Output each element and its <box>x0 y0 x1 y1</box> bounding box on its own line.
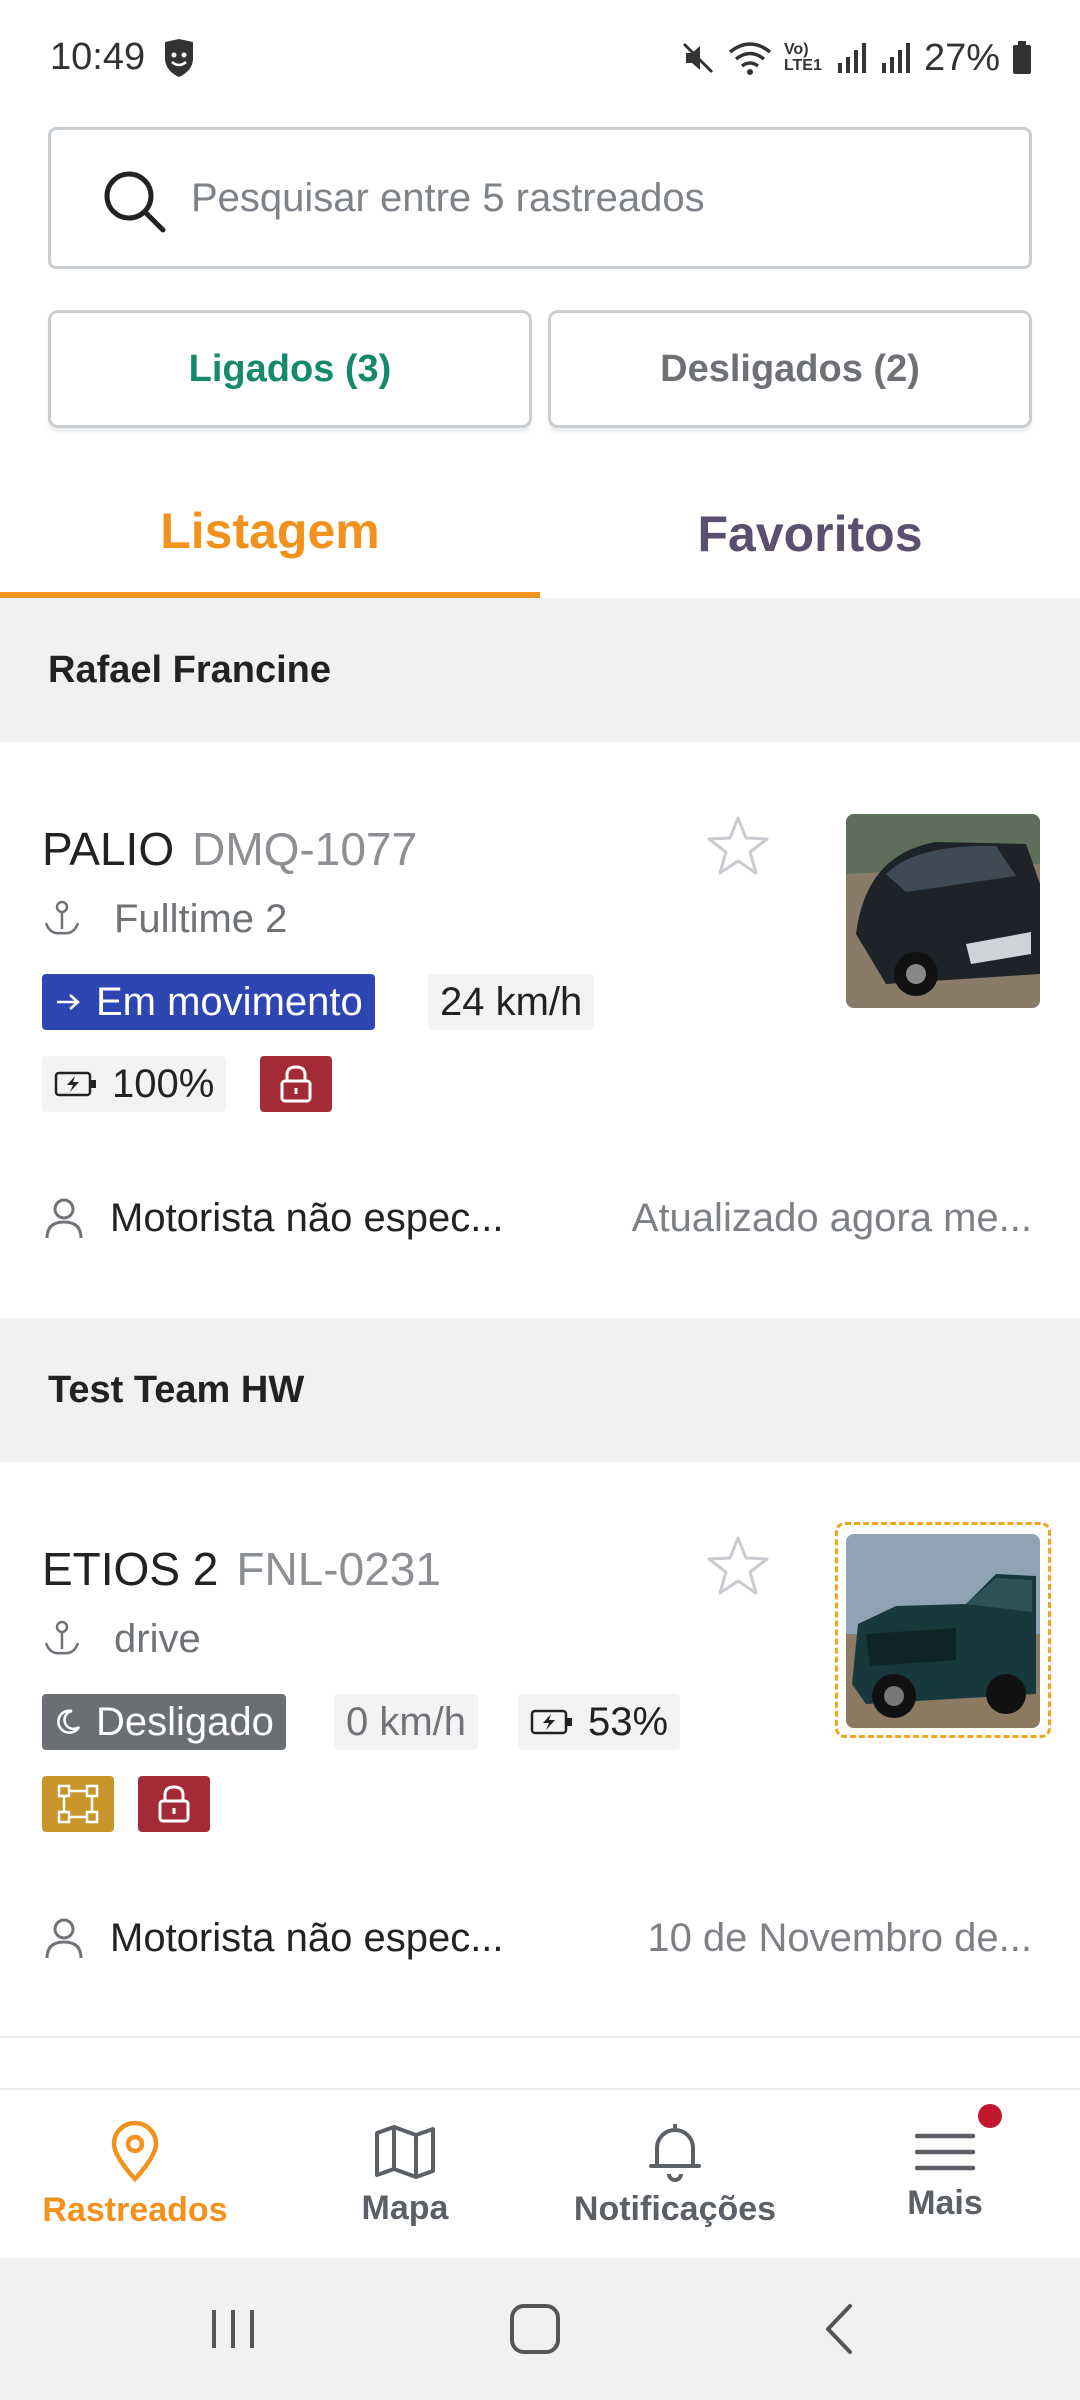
group-header: Rafael Francine <box>0 598 1080 742</box>
battery-percent: 27% <box>923 36 1000 79</box>
battery-icon <box>1013 41 1031 74</box>
status-bar: 10:49 Vo) LTE1 27% <box>0 0 1080 118</box>
status-time: 10:49 <box>50 36 146 78</box>
nav-rastreados[interactable]: Rastreados <box>0 2090 270 2260</box>
back-icon[interactable] <box>808 2296 874 2362</box>
wifi-icon <box>728 42 772 75</box>
nav-label: Notificações <box>573 2189 777 2228</box>
status-text: Desligado <box>96 1699 274 1744</box>
device-label: drive <box>42 1614 201 1664</box>
battery-charge-icon <box>54 1071 96 1097</box>
favorite-star-icon[interactable] <box>706 814 770 878</box>
bell-icon <box>649 2123 701 2182</box>
group-header: Test Team HW <box>0 1318 1080 1462</box>
anchor-icon <box>44 1620 80 1655</box>
nav-notificacoes[interactable]: Notificações <box>540 2090 810 2260</box>
speed-badge: 0 km/h <box>334 1694 479 1750</box>
vehicle-plate: DMQ-1077 <box>192 823 418 875</box>
battery-value: 53% <box>588 1699 669 1744</box>
battery-badge: 100% <box>42 1056 227 1112</box>
status-icons: Vo) LTE1 27% <box>680 36 1032 79</box>
tab-bar: Listagem Favoritos <box>0 470 1080 598</box>
nav-label: Mapa <box>361 2188 449 2227</box>
tab-listagem[interactable]: Listagem <box>0 470 540 598</box>
lock-badge <box>138 1776 210 1832</box>
moon-icon <box>57 1709 81 1734</box>
geofence-badge <box>42 1776 114 1832</box>
device-name: drive <box>114 1616 201 1661</box>
filter-on-button[interactable]: Ligados (3) <box>48 310 532 428</box>
driver-info: Motorista não espec... <box>42 1188 504 1248</box>
search-input[interactable] <box>191 130 1011 266</box>
speed-badge: 24 km/h <box>428 974 595 1030</box>
status-badge: Em movimento <box>42 974 375 1030</box>
favorite-star-icon[interactable] <box>706 1534 770 1598</box>
battery-charge-icon <box>530 1709 572 1735</box>
status-text: Em movimento <box>96 979 363 1024</box>
device-label: Fulltime 2 <box>42 894 287 944</box>
updated-time: Atualizado agora me... <box>631 1195 1032 1240</box>
lock-badge <box>260 1056 332 1112</box>
location-pin-icon <box>111 2120 159 2182</box>
driver-name: Motorista não espec... <box>110 1915 504 1960</box>
mute-icon <box>682 42 713 74</box>
network-type: Vo) LTE1 <box>783 41 822 74</box>
search-icon <box>104 171 166 233</box>
shield-icon <box>165 39 193 77</box>
menu-icon <box>914 2133 976 2170</box>
nav-mapa[interactable]: Mapa <box>270 2090 540 2260</box>
recent-apps-icon[interactable] <box>200 2296 266 2362</box>
vehicle-card[interactable]: PALIO DMQ-1077 Fulltime 2 Em movimento 2… <box>0 742 1080 1318</box>
driver-info: Motorista não espec... <box>42 1908 504 1968</box>
nav-label: Rastreados <box>42 2190 228 2229</box>
vehicle-photo[interactable] <box>846 814 1040 1008</box>
search-box[interactable] <box>48 127 1032 269</box>
vehicle-name: ETIOS 2 <box>42 1543 219 1595</box>
geofence-icon <box>57 1784 99 1824</box>
bottom-nav: Rastreados Mapa Notificações Mais <box>0 2088 1080 2258</box>
device-name: Fulltime 2 <box>114 896 288 941</box>
signal-icon-2 <box>881 43 910 73</box>
nav-mais[interactable]: Mais <box>810 2090 1080 2260</box>
vehicle-photo[interactable] <box>846 1534 1040 1728</box>
vehicle-name: PALIO <box>42 823 175 875</box>
tab-favoritos[interactable]: Favoritos <box>540 470 1080 598</box>
vehicle-title: PALIO DMQ-1077 <box>42 822 417 876</box>
vehicle-card[interactable]: ETIOS 2 FNL-0231 drive Desligado 0 km/h <box>0 1462 1080 2038</box>
system-nav-bar <box>0 2258 1080 2400</box>
anchor-icon <box>44 900 80 935</box>
lock-icon <box>280 1065 312 1103</box>
user-icon <box>45 1198 83 1239</box>
user-icon <box>45 1918 83 1959</box>
home-icon[interactable] <box>502 2296 568 2362</box>
filter-off-button[interactable]: Desligados (2) <box>548 310 1032 428</box>
vehicle-title: ETIOS 2 FNL-0231 <box>42 1542 441 1596</box>
driver-name: Motorista não espec... <box>110 1195 504 1240</box>
status-badge: Desligado <box>42 1694 286 1750</box>
updated-time: 10 de Novembro de... <box>647 1915 1032 1960</box>
map-icon <box>375 2124 435 2179</box>
signal-icon <box>837 43 866 73</box>
battery-badge: 53% <box>518 1694 681 1750</box>
vehicle-plate: FNL-0231 <box>236 1543 441 1595</box>
notification-dot <box>978 2104 1002 2128</box>
lock-icon <box>158 1785 190 1823</box>
arrow-right-icon <box>57 994 80 1010</box>
battery-value: 100% <box>112 1061 215 1106</box>
nav-label: Mais <box>907 2183 983 2222</box>
